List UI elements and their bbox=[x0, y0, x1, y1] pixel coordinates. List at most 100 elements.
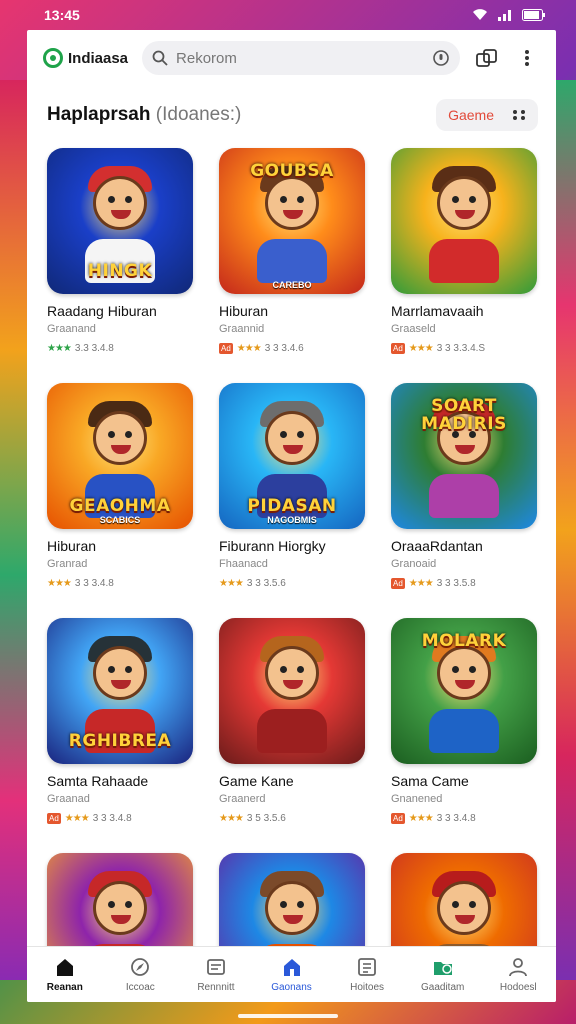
ad-badge: Ad bbox=[391, 578, 405, 589]
game-category: Granrad bbox=[47, 558, 88, 570]
game-meta: Ad ★★★ 3 3 3.4.8 bbox=[47, 813, 219, 824]
game-meta: Ad ★★★ 3 3 3.4.6 bbox=[219, 343, 391, 354]
thumbnail-title: RGHIBREA bbox=[68, 731, 172, 751]
section-title: Haplaprsah (Idoanes:) bbox=[47, 104, 241, 126]
game-thumbnail[interactable]: RGHIBREA bbox=[47, 618, 193, 764]
link-device-icon[interactable] bbox=[474, 45, 500, 71]
game-thumbnail[interactable] bbox=[391, 148, 537, 294]
app-logo[interactable]: Indiaasa bbox=[43, 48, 128, 68]
game-name[interactable]: Hiburan bbox=[219, 303, 391, 319]
thumbnail-title: MOLARK bbox=[421, 631, 507, 651]
game-name[interactable]: OraaaRdantan bbox=[391, 538, 556, 554]
game-thumbnail[interactable]: GEAOHMA SCABICS bbox=[47, 383, 193, 529]
game-meta: ★★★ 3 3 3.5.6 bbox=[219, 578, 391, 589]
game-thumbnail[interactable]: HINGK bbox=[47, 148, 193, 294]
game-card[interactable]: RGHIBREA Samta Rahaade Graanad Ad ★★★ 3 … bbox=[47, 618, 219, 853]
game-category: Graanerd bbox=[219, 793, 266, 805]
wifi-icon bbox=[473, 9, 487, 20]
filter-dots-icon bbox=[513, 110, 525, 120]
game-name[interactable]: Fiburann Hiorgky bbox=[219, 538, 391, 554]
game-category: Granoaid bbox=[391, 558, 437, 570]
game-card[interactable]: SOART MADIRIS OraaaRdantan Granoaid Ad ★… bbox=[391, 383, 556, 618]
game-thumbnail[interactable]: GOUBSA CAREBO bbox=[219, 148, 365, 294]
character-body bbox=[429, 708, 499, 753]
game-meta: Ad ★★★ 3 3 3.3.4.S bbox=[391, 343, 556, 354]
nav-label: Reanan bbox=[46, 982, 83, 993]
rating-stars-icon: ★★★ bbox=[47, 343, 72, 354]
home-indicator[interactable] bbox=[238, 1014, 338, 1018]
nav-item-4[interactable]: Hoitoes bbox=[329, 947, 405, 1002]
battery-icon bbox=[522, 9, 545, 21]
ad-badge: Ad bbox=[391, 343, 405, 354]
game-meta: Ad ★★★ 3 3 3.4.8 bbox=[391, 813, 556, 824]
rating-stars-icon: ★★★ bbox=[47, 578, 72, 589]
game-name[interactable]: Game Kane bbox=[219, 773, 391, 789]
wallpaper-left bbox=[0, 80, 30, 980]
nav-item-1[interactable]: Iccoac bbox=[103, 947, 179, 1002]
nav-item-6[interactable]: Hodoesl bbox=[480, 947, 556, 1002]
game-card[interactable]: MOLARK Sama Came Gnanened Ad ★★★ 3 3 3.4… bbox=[391, 618, 556, 853]
game-rating: 3 3 3.3.4.S bbox=[436, 343, 486, 354]
nav-item-2[interactable]: Rennnitt bbox=[178, 947, 254, 1002]
rating-stars-icon: ★★★ bbox=[408, 813, 434, 824]
app-window: Indiaasa Rekorom Haplaprsah (Idoanes:) G… bbox=[27, 30, 556, 1002]
game-grid: HINGK Raadang Hiburan Graanand ★★★ 3.3 3… bbox=[27, 148, 556, 999]
game-rating: 3.3 3.4.8 bbox=[74, 343, 114, 354]
status-bar: 13:45 bbox=[0, 0, 576, 30]
rating-stars-icon: ★★★ bbox=[408, 578, 434, 589]
game-name[interactable]: Samta Rahaade bbox=[47, 773, 219, 789]
thumbnail-title: HINGK bbox=[87, 261, 153, 281]
grid-icon bbox=[356, 956, 378, 978]
voice-search-icon[interactable] bbox=[432, 49, 450, 67]
profile-icon bbox=[507, 956, 529, 978]
game-category: Graannid bbox=[219, 323, 265, 335]
nav-item-3[interactable]: Gaonans bbox=[254, 947, 330, 1002]
thumbnail-subtitle: CAREBO bbox=[272, 280, 312, 290]
filter-label: Gaeme bbox=[448, 107, 494, 123]
game-meta: ★★★ 3.3 3.4.8 bbox=[47, 343, 219, 354]
inbox-icon bbox=[205, 956, 227, 978]
game-name[interactable]: Raadang Hiburan bbox=[47, 303, 219, 319]
ad-badge: Ad bbox=[219, 343, 233, 354]
game-thumbnail[interactable]: SOART MADIRIS bbox=[391, 383, 537, 529]
nav-label: Iccoac bbox=[125, 982, 155, 993]
filter-button[interactable]: Gaeme bbox=[436, 99, 538, 131]
game-card[interactable]: GEAOHMA SCABICS Hiburan Granrad ★★★ 3 3 … bbox=[47, 383, 219, 618]
game-name[interactable]: Marrlamavaaih bbox=[391, 303, 556, 319]
more-options-icon[interactable] bbox=[514, 45, 540, 71]
nav-item-5[interactable]: Gaaditam bbox=[405, 947, 481, 1002]
status-time: 13:45 bbox=[44, 7, 80, 23]
game-rating: 3 3 3.4.8 bbox=[92, 813, 132, 824]
game-name[interactable]: Hiburan bbox=[47, 538, 219, 554]
game-category: Gnanened bbox=[391, 793, 443, 805]
nav-label: Rennnitt bbox=[197, 982, 235, 993]
rating-stars-icon: ★★★ bbox=[219, 813, 244, 824]
character-body bbox=[257, 708, 327, 753]
game-card[interactable]: PIDASAN NAGOBMIS Fiburann Hiorgky Fhaana… bbox=[219, 383, 391, 618]
game-category: Graanad bbox=[47, 793, 90, 805]
game-card[interactable]: Marrlamavaaih Graaseld Ad ★★★ 3 3 3.3.4.… bbox=[391, 148, 556, 383]
section-subtitle: (Idoanes:) bbox=[155, 104, 242, 125]
logo-text: Indiaasa bbox=[68, 49, 129, 67]
character-body bbox=[257, 238, 327, 283]
ad-badge: Ad bbox=[47, 813, 61, 824]
home-icon bbox=[54, 956, 76, 978]
nav-item-0[interactable]: Reanan bbox=[27, 947, 103, 1002]
thumbnail-subtitle: NAGOBMIS bbox=[267, 515, 317, 525]
game-card[interactable]: Game Kane Graanerd ★★★ 3 5 3.5.6 bbox=[219, 618, 391, 853]
signal-icon bbox=[498, 10, 511, 21]
game-category: Graaseld bbox=[391, 323, 436, 335]
game-card[interactable]: GOUBSA CAREBO Hiburan Graannid Ad ★★★ 3 … bbox=[219, 148, 391, 383]
game-card[interactable]: HINGK Raadang Hiburan Graanand ★★★ 3.3 3… bbox=[47, 148, 219, 383]
game-thumbnail[interactable]: MOLARK bbox=[391, 618, 537, 764]
game-rating: 3 3 3.4.8 bbox=[436, 813, 476, 824]
search-icon bbox=[152, 50, 168, 66]
app-bar: Indiaasa Rekorom bbox=[27, 30, 556, 86]
game-thumbnail[interactable] bbox=[219, 618, 365, 764]
nav-label: Hoitoes bbox=[350, 982, 385, 993]
thumbnail-title: GEAOHMA bbox=[69, 496, 171, 516]
game-name[interactable]: Sama Came bbox=[391, 773, 556, 789]
search-bar[interactable]: Rekorom bbox=[142, 41, 460, 75]
game-thumbnail[interactable]: PIDASAN NAGOBMIS bbox=[219, 383, 365, 529]
ad-badge: Ad bbox=[391, 813, 405, 824]
